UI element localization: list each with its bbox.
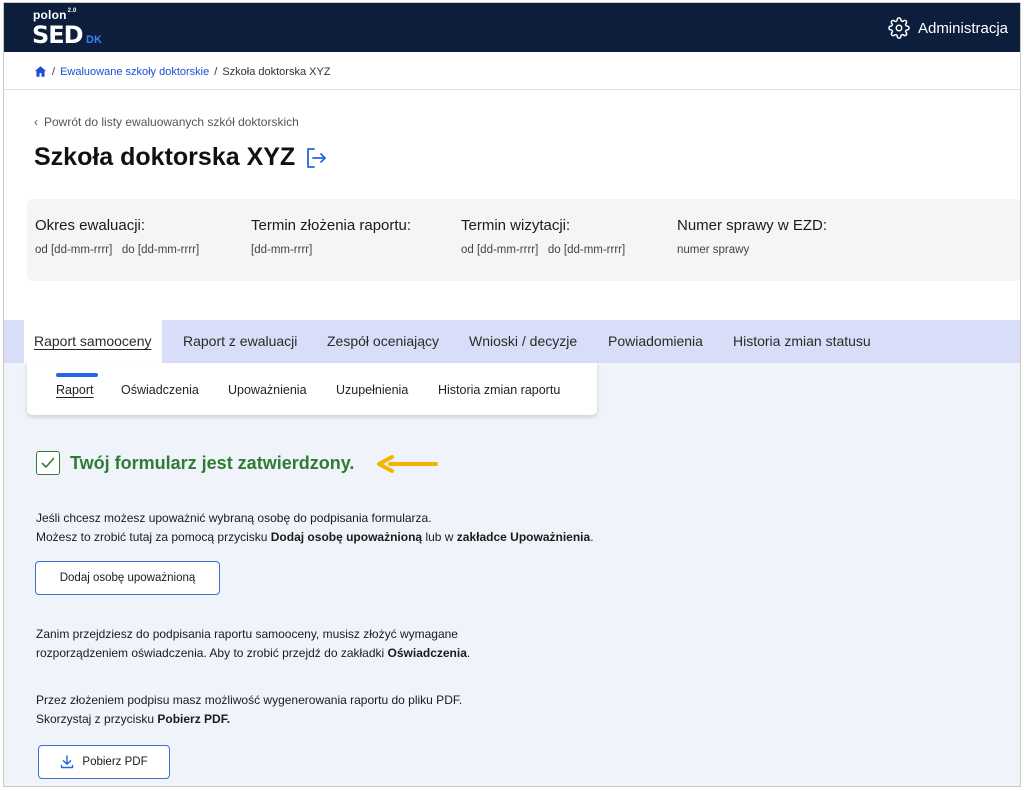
info-label: Numer sprawy w EZD:	[677, 217, 828, 234]
check-icon	[36, 451, 60, 475]
info-value: [dd-mm-rrrr]	[251, 244, 313, 256]
text-line: Przez złożeniem podpisu masz możliwość w…	[36, 693, 463, 707]
pdf-info-text: Przez złożeniem podpisu masz możliwość w…	[36, 691, 462, 729]
text-line: Zanim przejdziesz do podpisania raportu …	[36, 627, 458, 641]
breadcrumb-separator: /	[52, 65, 56, 78]
logo-polon-text: polon2.0	[33, 8, 77, 22]
info-label: Termin wizytacji:	[461, 217, 571, 234]
info-value: numer sprawy	[677, 244, 750, 256]
download-pdf-button[interactable]: Pobierz PDF	[38, 745, 170, 779]
chevron-left-icon: ‹	[34, 115, 38, 129]
divider	[4, 89, 1020, 90]
subtab-report-history[interactable]: Historia zmian raportu	[438, 383, 560, 397]
text-line: Skorzystaj z przycisku Pobierz PDF.	[36, 712, 231, 726]
page-title: Szkoła doktorska XYZ	[34, 143, 327, 172]
evaluation-info-panel: Okres ewaluacji: od [dd-mm-rrrr] do [dd-…	[27, 199, 1020, 281]
info-visit-date: Termin wizytacji: od [dd-mm-rrrr] do [dd…	[461, 217, 625, 256]
info-value: od [dd-mm-rrrr] do [dd-mm-rrrr]	[461, 244, 626, 256]
administration-label: Administracja	[917, 19, 1008, 37]
main-tabs: Raport samooceny Raport z ewaluacji Zesp…	[4, 320, 1020, 363]
breadcrumb-item-current: Szkoła doktorska XYZ	[222, 65, 331, 78]
tab-evaluation-report[interactable]: Raport z ewaluacji	[183, 320, 297, 363]
arrow-left-icon	[377, 455, 438, 473]
info-case-number: Numer sprawy w EZD: numer sprawy	[677, 217, 827, 256]
subtab-statements[interactable]: Oświadczenia	[121, 383, 199, 397]
subtab-report[interactable]: Raport	[56, 383, 94, 397]
back-link-label: Powrót do listy ewaluowanych szkół dokto…	[44, 115, 299, 129]
download-pdf-label: Pobierz PDF	[82, 756, 148, 768]
tab-notifications[interactable]: Powiadomienia	[608, 320, 703, 363]
administration-link[interactable]: Administracja	[888, 17, 1008, 39]
download-icon	[61, 755, 74, 769]
active-subtab-indicator	[56, 373, 98, 377]
text-line: rozporządzeniem oświadczenia. Aby to zro…	[36, 646, 471, 660]
app-window: polon2.0 SED DK Administracja / Ewaluowa…	[3, 2, 1021, 787]
info-label: Okres ewaluacji:	[35, 217, 146, 234]
subtab-authorizations[interactable]: Upoważnienia	[228, 383, 307, 397]
info-label: Termin złożenia raportu:	[251, 217, 412, 234]
authorization-info-text: Jeśli chcesz możesz upoważnić wybraną os…	[36, 509, 594, 547]
tab-content-area: Raport Oświadczenia Upoważnienia Uzupełn…	[4, 363, 1020, 786]
gear-icon	[888, 17, 910, 39]
info-report-deadline: Termin złożenia raportu: [dd-mm-rrrr]	[251, 217, 411, 256]
tab-self-assessment-report[interactable]: Raport samooceny	[24, 320, 162, 363]
info-value: od [dd-mm-rrrr] do [dd-mm-rrrr]	[35, 244, 200, 256]
text-line: Jeśli chcesz możesz upoważnić wybraną os…	[36, 511, 432, 525]
breadcrumb-separator: /	[214, 65, 218, 78]
statements-info-text: Zanim przejdziesz do podpisania raportu …	[36, 625, 470, 663]
breadcrumb: / Ewaluowane szkoły doktorskie / Szkoła …	[34, 65, 331, 78]
back-link[interactable]: ‹ Powrót do listy ewaluowanych szkół dok…	[34, 115, 299, 129]
info-evaluation-period: Okres ewaluacji: od [dd-mm-rrrr] do [dd-…	[35, 217, 199, 256]
logo-sed-text: SED	[32, 21, 84, 49]
breadcrumb-item-evaluated-schools[interactable]: Ewaluowane szkoły doktorskie	[60, 66, 209, 78]
logout-icon[interactable]	[305, 146, 327, 170]
page-title-text: Szkoła doktorska XYZ	[34, 143, 296, 171]
top-navigation-bar: polon2.0 SED DK Administracja	[4, 3, 1020, 52]
sub-tabs: Raport Oświadczenia Upoważnienia Uzupełn…	[27, 363, 597, 415]
status-text: Twój formularz jest zatwierdzony.	[70, 452, 355, 473]
tab-status-history[interactable]: Historia zmian statusu	[733, 320, 871, 363]
home-icon[interactable]	[34, 65, 47, 78]
add-authorized-person-button[interactable]: Dodaj osobę upoważnioną	[35, 561, 220, 595]
subtab-supplements[interactable]: Uzupełnienia	[336, 383, 408, 397]
app-logo[interactable]: polon2.0 SED DK	[32, 8, 112, 49]
logo-dk-text: DK	[86, 34, 102, 46]
tab-evaluation-team[interactable]: Zespół oceniający	[327, 320, 439, 363]
form-approved-status: Twój formularz jest zatwierdzony.	[36, 451, 354, 475]
tab-applications-decisions[interactable]: Wnioski / decyzje	[469, 320, 577, 363]
text-line: Możesz to zrobić tutaj za pomocą przycis…	[36, 530, 594, 544]
